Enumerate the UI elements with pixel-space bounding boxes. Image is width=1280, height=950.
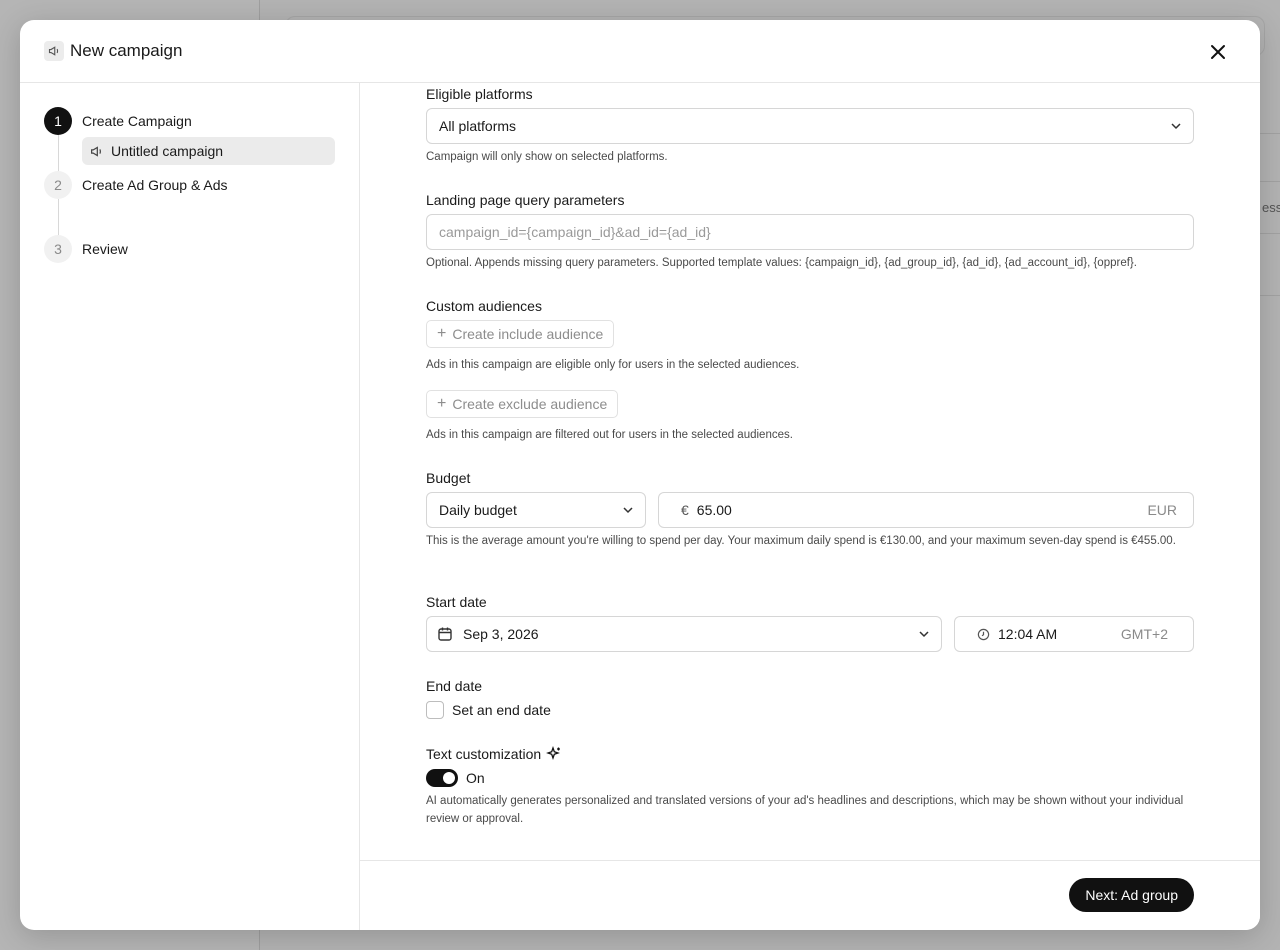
currency-code: EUR: [1147, 502, 1177, 518]
step-number: 2: [44, 171, 72, 199]
close-button[interactable]: [1206, 40, 1230, 64]
next-ad-group-button[interactable]: Next: Ad group: [1069, 878, 1194, 912]
chevron-down-icon: [623, 507, 633, 514]
platforms-value: All platforms: [439, 118, 517, 134]
calendar-icon: [438, 627, 452, 641]
modal-body: 1 Create Campaign Untitled campaign 2 Cr…: [20, 83, 1260, 930]
query-params-input[interactable]: campaign_id={campaign_id}&ad_id={ad_id}: [426, 214, 1194, 250]
text-customization-heading: Text customization: [426, 746, 562, 762]
budget-amount-input[interactable]: € 65.00 EUR: [658, 492, 1194, 528]
megaphone-icon: [44, 41, 64, 61]
clock-icon: [977, 628, 990, 640]
end-date-checkbox[interactable]: [426, 701, 444, 719]
platforms-select[interactable]: All platforms: [426, 108, 1194, 144]
currency-symbol: €: [681, 502, 689, 518]
budget-help: This is the average amount you're willin…: [426, 535, 1176, 547]
step-label: Create Campaign: [82, 113, 192, 129]
timezone-label: GMT+2: [1120, 626, 1168, 642]
step-number: 3: [44, 235, 72, 263]
text-customization-help: AI automatically generates personalized …: [426, 795, 1184, 825]
step-number: 1: [44, 107, 72, 135]
campaign-form: Eligible platforms All platforms Campaig…: [360, 83, 1260, 930]
create-include-audience-button[interactable]: + Create include audience: [426, 320, 615, 348]
step-review[interactable]: 3 Review: [20, 235, 359, 263]
toggle-state-label: On: [466, 770, 485, 786]
budget-type-value: Daily budget: [439, 502, 517, 518]
create-exclude-audience-button[interactable]: + Create exclude audience: [426, 390, 619, 418]
query-params-label: Landing page query parameters: [426, 192, 625, 208]
start-time-value: 12:04 AM: [998, 626, 1058, 642]
start-date-picker[interactable]: Sep 3, 2026: [426, 616, 942, 652]
end-date-checkbox-label[interactable]: Set an end date: [452, 702, 551, 718]
button-label: Create include audience: [452, 326, 604, 342]
new-campaign-modal: New campaign 1 Create Campaign Untitled …: [20, 20, 1260, 930]
budget-amount-value: 65.00: [696, 502, 732, 518]
start-date-value: Sep 3, 2026: [463, 626, 539, 642]
megaphone-icon: [90, 145, 103, 158]
start-time-input[interactable]: 12:04 AM GMT+2: [954, 616, 1194, 652]
query-params-help: Optional. Appends missing query paramete…: [426, 257, 1137, 269]
chevron-down-icon: [919, 631, 929, 638]
modal-header: New campaign: [20, 20, 1260, 83]
button-label: Create exclude audience: [452, 396, 608, 412]
text-customization-toggle[interactable]: [426, 769, 458, 787]
budget-type-select[interactable]: Daily budget: [426, 492, 646, 528]
platforms-help: Campaign will only show on selected plat…: [426, 151, 668, 163]
start-date-label: Start date: [426, 594, 487, 610]
step-create-ad-group[interactable]: 2 Create Ad Group & Ads: [20, 171, 359, 199]
background-column-header: essi: [1262, 200, 1280, 215]
plus-icon: +: [437, 395, 447, 412]
budget-label: Budget: [426, 470, 471, 486]
include-audience-help: Ads in this campaign are eligible only f…: [426, 359, 800, 371]
exclude-audience-help: Ads in this campaign are filtered out fo…: [426, 429, 793, 441]
sidebar-item-label: Untitled campaign: [111, 143, 224, 159]
plus-icon: +: [437, 325, 447, 342]
modal-title: New campaign: [70, 41, 183, 60]
chevron-down-icon: [1171, 123, 1181, 130]
steps-sidebar: 1 Create Campaign Untitled campaign 2 Cr…: [20, 83, 360, 930]
sidebar-item-untitled-campaign[interactable]: Untitled campaign: [82, 137, 335, 165]
platforms-label: Eligible platforms: [426, 86, 533, 102]
audiences-label: Custom audiences: [426, 298, 542, 314]
step-label: Review: [82, 241, 128, 257]
text-customization-label: Text customization: [426, 746, 542, 762]
close-icon: [1211, 45, 1225, 59]
step-create-campaign[interactable]: 1 Create Campaign: [20, 107, 359, 135]
end-date-label: End date: [426, 678, 483, 694]
query-params-placeholder: campaign_id={campaign_id}&ad_id={ad_id}: [439, 224, 711, 240]
sparkle-icon: [546, 746, 561, 760]
step-label: Create Ad Group & Ads: [82, 177, 228, 193]
modal-footer: Next: Ad group: [360, 860, 1260, 930]
